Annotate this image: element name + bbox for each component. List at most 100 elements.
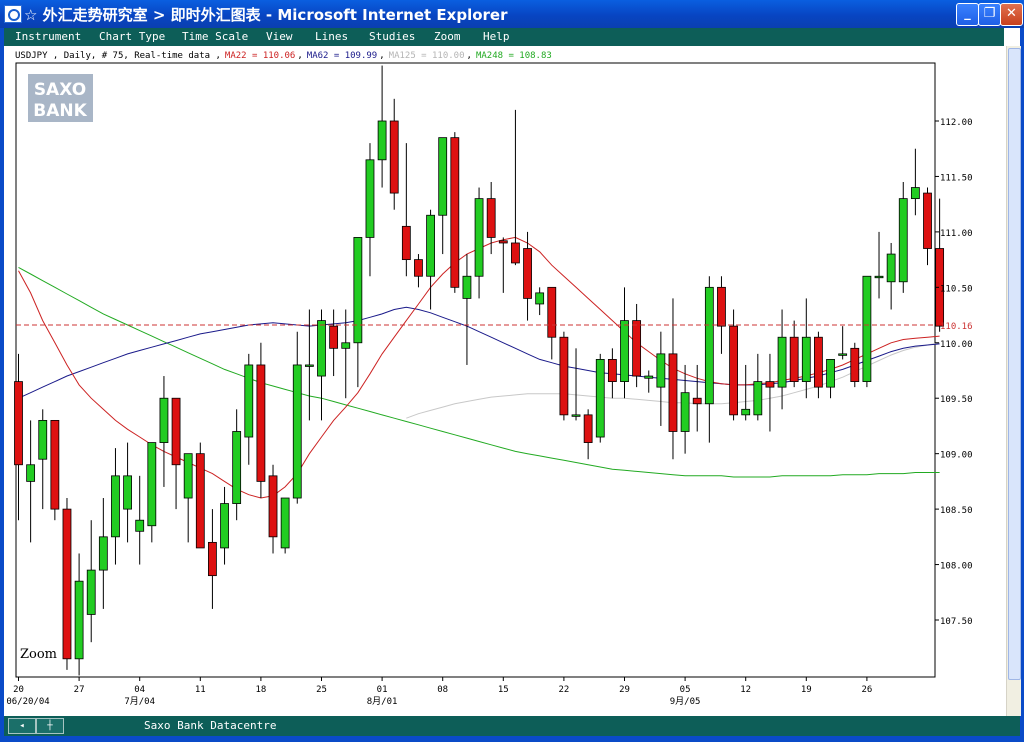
candle-body (644, 375, 654, 379)
candle-body (801, 336, 811, 382)
logo-line-2: BANK (33, 101, 87, 121)
chart-header-ma125: MA125 = 110.00 (389, 51, 465, 61)
candle-body (632, 320, 642, 377)
chart-menubar: Instrument Chart Type Time Scale View Li… (4, 28, 1004, 46)
candle (195, 442, 205, 549)
menu-time-scale[interactable]: Time Scale (182, 30, 248, 43)
candle-body (353, 237, 363, 344)
candle-body (886, 253, 896, 283)
candle-body (595, 359, 605, 438)
candle-body (717, 286, 726, 327)
candle-body (486, 198, 496, 238)
candle-body (450, 137, 460, 288)
candle-body (838, 353, 848, 356)
candle-body (535, 292, 545, 305)
minimize-button[interactable]: _ (956, 3, 979, 26)
candle-body (692, 397, 702, 405)
menu-studies[interactable]: Studies (369, 30, 415, 43)
candle-body (923, 192, 932, 249)
y-tick-label: 111.00 (940, 229, 973, 239)
candle-body (462, 275, 472, 299)
zoom-label[interactable]: Zoom (20, 647, 57, 662)
menu-lines[interactable]: Lines (315, 30, 348, 43)
menu-instrument[interactable]: Instrument (15, 30, 81, 43)
vertical-scrollbar[interactable] (1006, 46, 1021, 716)
close-button[interactable]: ✕ (1000, 3, 1023, 26)
candle-body (814, 336, 823, 388)
candle-body (268, 475, 278, 538)
candle-body (14, 381, 23, 466)
menu-help[interactable]: Help (483, 30, 510, 43)
y-tick-label: 108.00 (940, 562, 973, 572)
candle-body (365, 159, 375, 238)
maximize-button[interactable]: ❐ (978, 3, 1001, 26)
candle-body (910, 187, 920, 200)
candle-body (498, 240, 508, 244)
status-left-button[interactable]: ◂ (8, 718, 36, 734)
y-tick-label: 110.00 (940, 340, 973, 350)
candle-body (753, 381, 763, 416)
candle-body (38, 419, 48, 460)
menu-zoom[interactable]: Zoom (434, 30, 461, 43)
candle-body (680, 392, 690, 432)
status-crosshair-button[interactable]: ┼ (36, 718, 64, 734)
x-month-label: 06/20/04 (6, 697, 49, 707)
y-tick-label: 111.50 (940, 173, 973, 183)
x-tick-label: 01 (377, 685, 388, 695)
candle-body (183, 453, 193, 499)
candle-body (414, 259, 423, 277)
candle-body (729, 325, 738, 416)
candle-body (571, 414, 581, 417)
scrollbar-thumb[interactable] (1008, 48, 1021, 680)
price-chart[interactable]: USDJPY , Daily, # 75, Real-time data , MA… (4, 46, 1006, 716)
candle-body (341, 342, 351, 349)
candle-body (280, 497, 290, 549)
candle-body (583, 414, 593, 443)
candle-body (741, 408, 751, 416)
candle-body (426, 214, 435, 277)
x-month-label: 7月/04 (124, 696, 155, 707)
candle-body (135, 519, 145, 532)
candle (595, 353, 605, 443)
y-tick-label: 112.00 (940, 118, 973, 128)
x-month-label: 9月/05 (670, 696, 701, 707)
x-tick-label: 12 (740, 685, 751, 695)
menu-chart-type[interactable]: Chart Type (99, 30, 165, 43)
candle-body (656, 353, 666, 388)
candle-body (511, 242, 520, 264)
saxo-bank-logo: SAXO BANK (26, 72, 95, 124)
candle-body (220, 503, 229, 549)
candle-body (438, 137, 448, 216)
chart-header: USDJPY , Daily, # 75, Real-time data , MA… (15, 51, 552, 61)
logo-line-1: SAXO (34, 80, 86, 100)
candle-body (704, 286, 714, 405)
candle-body (317, 320, 326, 377)
candle-body (898, 198, 908, 283)
candle-body (256, 364, 266, 482)
x-tick-label: 29 (619, 685, 630, 695)
candle-body (171, 397, 181, 466)
candle-body (401, 225, 411, 261)
candle-body (98, 536, 108, 571)
candle (50, 419, 60, 521)
chart-header-ma248: MA248 = 108.83 (476, 51, 552, 61)
candle-body (50, 419, 60, 510)
window-title: ☆ 外汇走势研究室 > 即时外汇图表 - Microsoft Internet … (24, 6, 508, 24)
candle-body (826, 359, 835, 388)
candle-body (874, 275, 884, 279)
y-tick-label: 108.50 (940, 506, 973, 516)
candle-body (668, 353, 678, 432)
candle-body (159, 397, 169, 443)
candle-body (620, 320, 629, 382)
status-bar: ◂ ┼ Saxo Bank Datacentre (4, 716, 1020, 736)
menu-view[interactable]: View (266, 30, 293, 43)
x-tick-label: 22 (558, 685, 569, 695)
candle-body (547, 286, 557, 338)
candle (62, 498, 72, 670)
ie-page-icon (4, 5, 22, 23)
candle-body (292, 364, 302, 499)
x-tick-label: 15 (498, 685, 509, 695)
candle-body (232, 431, 242, 504)
candle (256, 342, 266, 499)
x-tick-label: 26 (861, 685, 872, 695)
